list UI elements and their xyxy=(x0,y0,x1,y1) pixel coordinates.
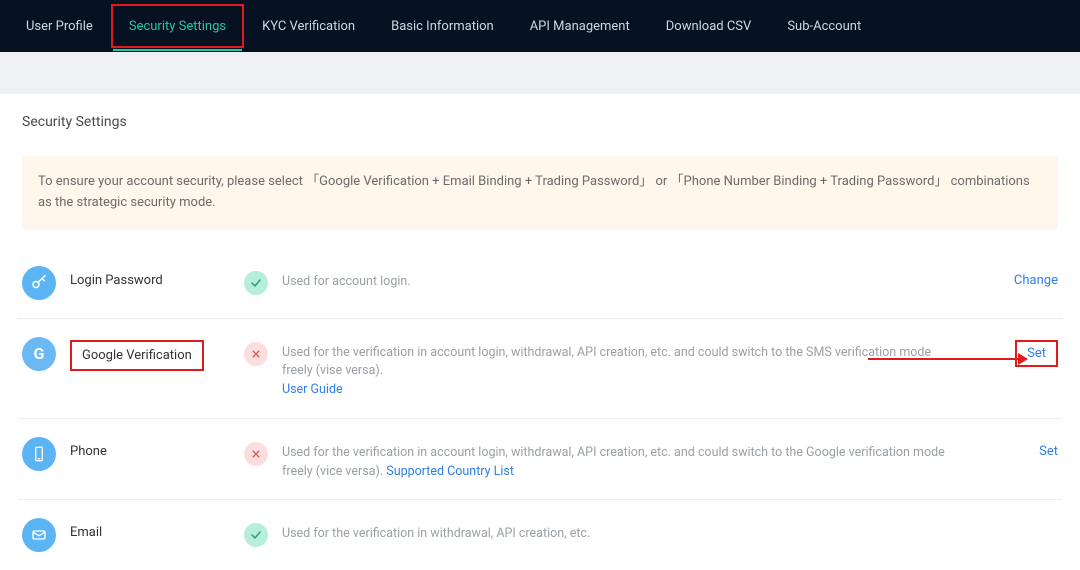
email-icon xyxy=(22,518,56,552)
nav-label: Sub-Account xyxy=(787,19,861,34)
desc-text: Used for the verification in account log… xyxy=(282,345,931,379)
top-nav: User Profile Security Settings KYC Verif… xyxy=(0,0,1080,52)
nav-security-settings[interactable]: Security Settings xyxy=(111,4,244,48)
key-icon xyxy=(22,266,56,300)
nav-sub-account[interactable]: Sub-Account xyxy=(769,0,879,52)
nav-label: KYC Verification xyxy=(262,19,355,34)
sub-header-spacer xyxy=(0,52,1080,94)
row-desc: Used for the verification in account log… xyxy=(282,337,974,400)
set-button[interactable]: Set xyxy=(1015,340,1058,367)
status-ok-icon xyxy=(244,523,268,547)
row-email: Email Used for the verification in withd… xyxy=(18,500,1062,570)
content: Security Settings To ensure your account… xyxy=(0,94,1080,570)
security-notice: To ensure your account security, please … xyxy=(22,156,1058,230)
set-button[interactable]: Set xyxy=(1039,444,1058,459)
row-google-verification: G Google Verification Used for the verif… xyxy=(18,319,1062,419)
status-bad-icon xyxy=(244,442,268,466)
change-button[interactable]: Change xyxy=(1014,273,1058,288)
supported-country-list-link[interactable]: Supported Country List xyxy=(386,464,514,479)
nav-label: User Profile xyxy=(26,19,93,34)
row-title: Phone xyxy=(70,437,230,459)
nav-user-profile[interactable]: User Profile xyxy=(8,0,111,52)
status-bad-icon xyxy=(244,342,268,366)
row-action: Set xyxy=(988,437,1058,459)
phone-icon xyxy=(22,437,56,471)
google-icon: G xyxy=(22,337,56,371)
row-action: Set xyxy=(988,337,1058,367)
nav-label: Basic Information xyxy=(391,19,494,34)
nav-kyc-verification[interactable]: KYC Verification xyxy=(244,0,373,52)
row-desc: Used for the verification in account log… xyxy=(282,437,974,482)
nav-api-management[interactable]: API Management xyxy=(512,0,648,52)
page-title: Security Settings xyxy=(0,94,1080,144)
nav-download-csv[interactable]: Download CSV xyxy=(648,0,770,52)
row-login-password: Login Password Used for account login. C… xyxy=(18,248,1062,319)
row-phone: Phone Used for the verification in accou… xyxy=(18,419,1062,501)
desc-text: Used for the verification in account log… xyxy=(282,445,945,479)
row-title: Login Password xyxy=(70,266,230,288)
user-guide-link[interactable]: User Guide xyxy=(282,382,343,397)
status-ok-icon xyxy=(244,271,268,295)
row-desc: Used for the verification in withdrawal,… xyxy=(282,518,974,544)
row-action: Change xyxy=(988,266,1058,288)
row-title: Google Verification xyxy=(70,337,230,371)
nav-label: Download CSV xyxy=(666,19,752,34)
nav-basic-information[interactable]: Basic Information xyxy=(373,0,512,52)
row-desc: Used for account login. xyxy=(282,266,974,292)
nav-label: API Management xyxy=(530,19,630,34)
nav-label: Security Settings xyxy=(129,19,226,34)
